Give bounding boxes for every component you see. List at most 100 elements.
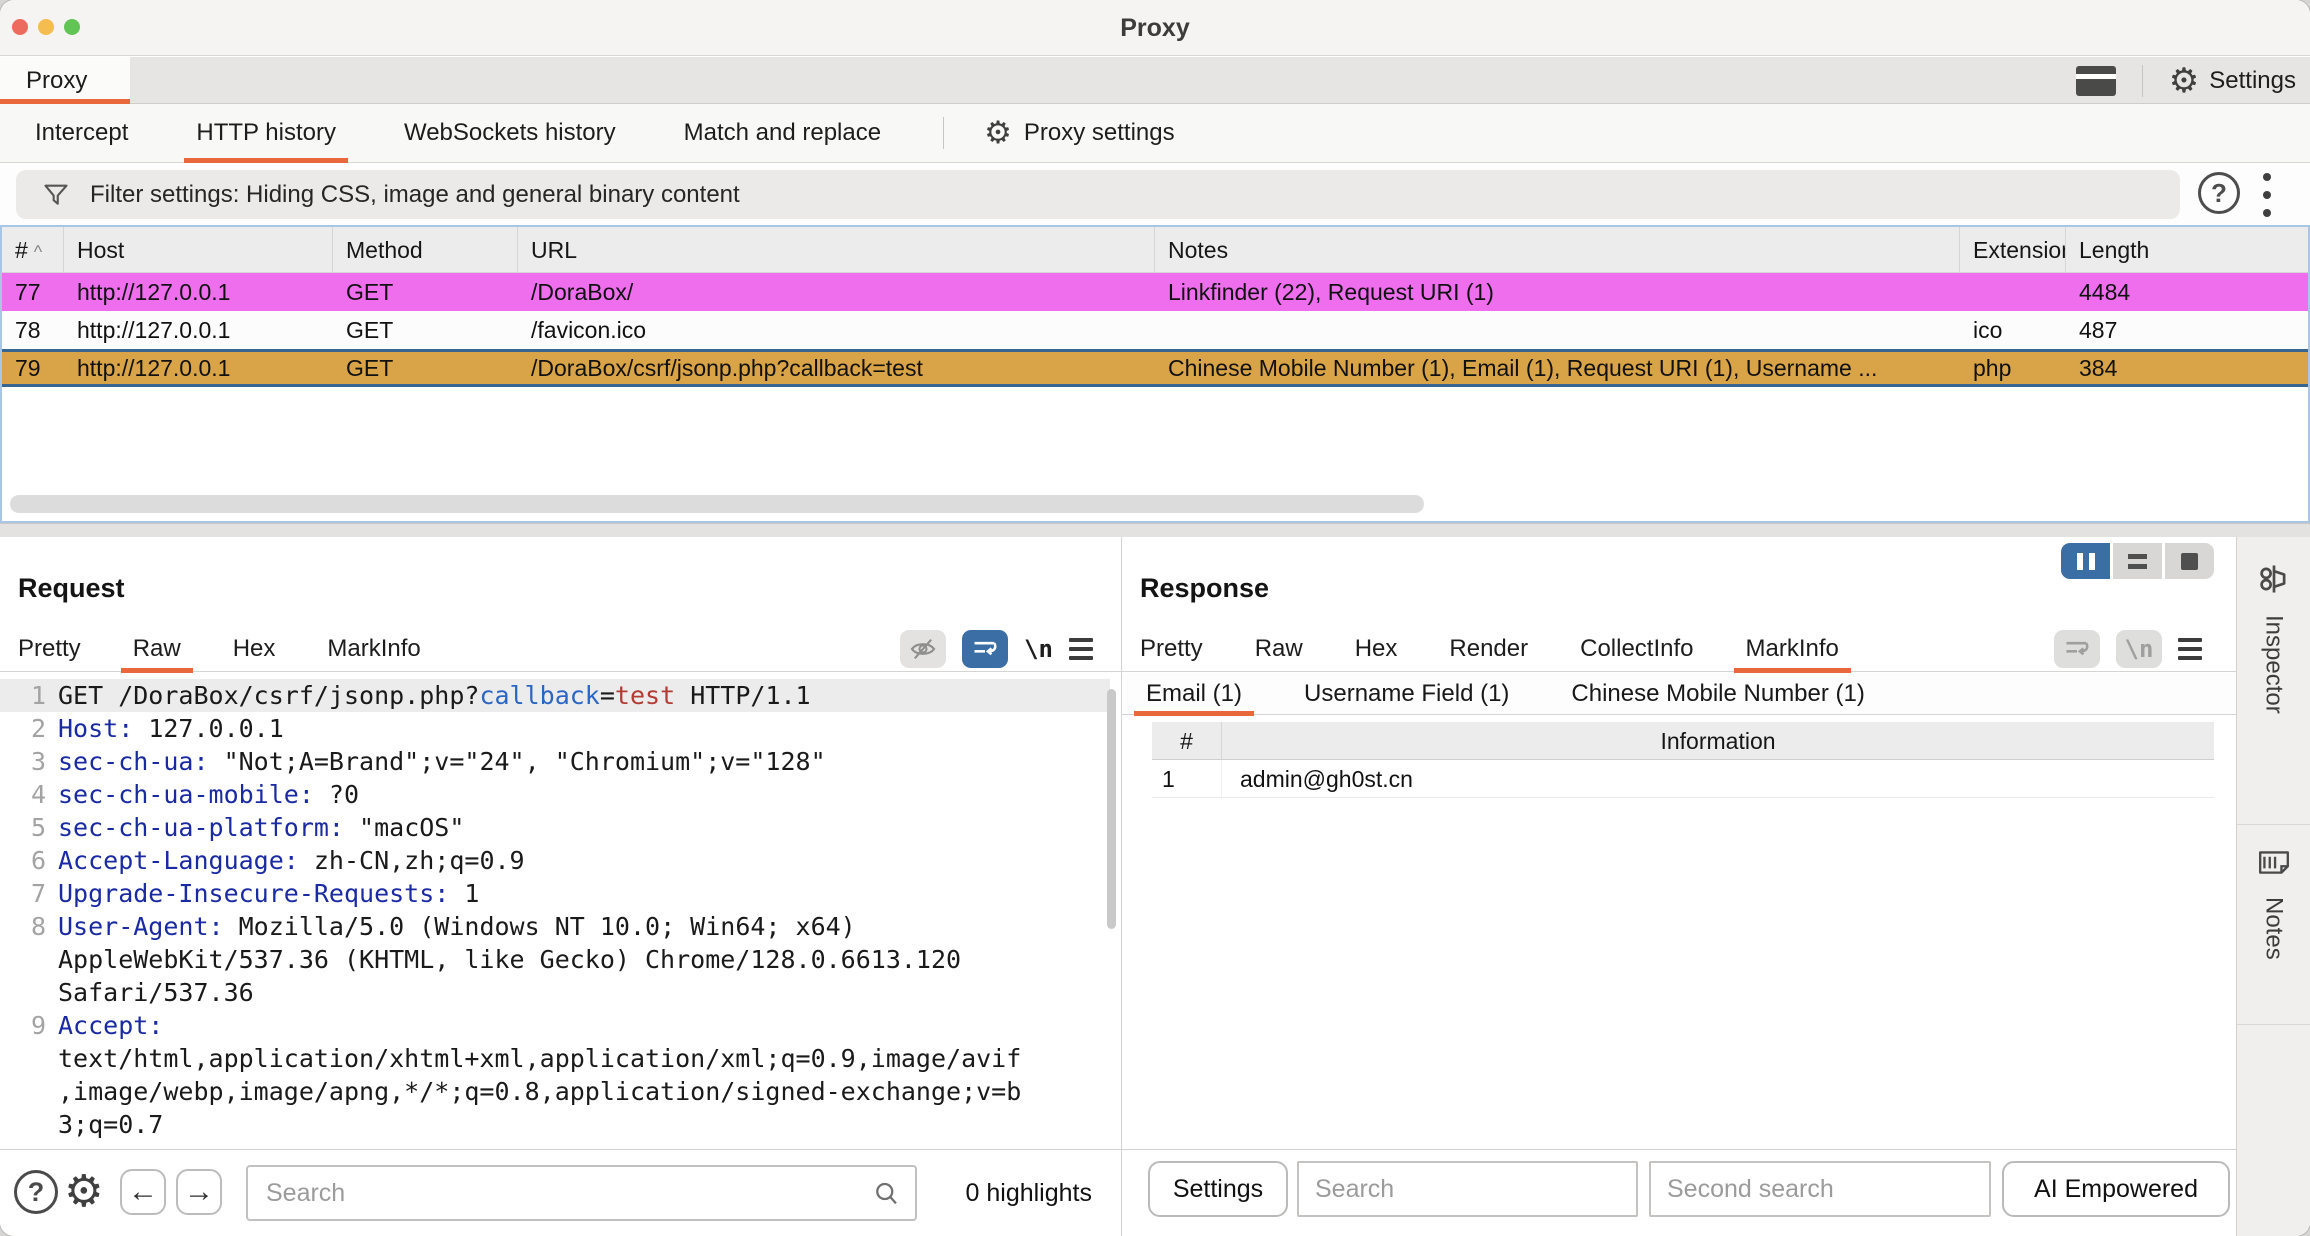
notes-tab[interactable]: Notes xyxy=(2237,825,2310,1025)
panel-splitter[interactable] xyxy=(0,523,2310,537)
next-match-button[interactable]: → xyxy=(176,1169,222,1215)
hide-toolbar-button[interactable] xyxy=(900,630,947,668)
cell: http://127.0.0.1 xyxy=(77,279,231,305)
response-tabs-row: Pretty Raw Hex Render CollectInfo MarkInfo \n xyxy=(1122,625,2236,673)
request-title: Request xyxy=(18,573,125,603)
cell: 78 xyxy=(15,317,41,343)
tab-hex[interactable]: Hex xyxy=(233,625,276,672)
request-search-input[interactable] xyxy=(248,1167,915,1219)
tab-markinfo[interactable]: MarkInfo xyxy=(327,625,420,672)
code-line: 2 Host: 127.0.0.1 xyxy=(30,714,284,743)
cell: 4484 xyxy=(2079,279,2131,305)
code-line: 4 sec-ch-ua-mobile: ?0 xyxy=(30,780,360,809)
tab-pretty[interactable]: Pretty xyxy=(18,625,81,672)
app-tab-bar: Proxy ⚙ Settings xyxy=(0,57,2310,104)
editor-menu-icon[interactable] xyxy=(2178,638,2202,660)
fullscreen-view-button[interactable] xyxy=(2165,543,2214,579)
proxy-settings-label: Proxy settings xyxy=(1023,119,1175,146)
subtab-http-history[interactable]: HTTP history xyxy=(184,104,348,163)
code-line: 9 Accept: xyxy=(30,1011,164,1040)
show-newlines-button[interactable]: \n xyxy=(1024,635,1053,663)
layout-window-icon[interactable] xyxy=(2075,65,2116,96)
search-settings-gear-icon[interactable]: ⚙ xyxy=(64,1170,103,1214)
help-icon[interactable]: ? xyxy=(2198,172,2240,214)
pause-view-button[interactable] xyxy=(2061,543,2110,579)
prev-match-button[interactable]: ← xyxy=(120,1169,166,1215)
tab-markinfo[interactable]: MarkInfo xyxy=(1733,625,1852,673)
word-wrap-button-disabled[interactable] xyxy=(2054,630,2100,668)
filter-settings-text: Filter settings: Hiding CSS, image and g… xyxy=(90,180,740,208)
markinfo-settings-button[interactable]: Settings xyxy=(1148,1161,1288,1217)
table-row[interactable]: 77 http://127.0.0.1 GET/DoraBox/Linkfinder… xyxy=(2,273,2308,311)
response-second-search-input[interactable] xyxy=(1649,1161,1991,1217)
code-line: 1 GET /DoraBox/csrf/jsonp.php?callback=te… xyxy=(0,679,1110,712)
response-title: Response xyxy=(1140,573,1270,603)
bottom-bar: ? ⚙ ← → 0 highlights Settings AI Empower… xyxy=(0,1149,2236,1236)
cell xyxy=(1960,273,2066,311)
horizontal-scrollbar[interactable] xyxy=(10,495,1424,513)
column-header-method[interactable]: Method xyxy=(333,227,518,272)
show-newlines-button-disabled[interactable]: \n xyxy=(2116,630,2162,668)
editor-menu-icon[interactable] xyxy=(1069,638,1093,660)
inspector-label: Inspector xyxy=(2260,615,2288,714)
search-icon xyxy=(871,1179,901,1209)
markinfo-row[interactable]: 1 admin@gh0st.cn xyxy=(1152,760,2214,798)
column-header-length[interactable]: Length xyxy=(2066,227,2308,272)
more-menu-icon[interactable] xyxy=(2262,173,2272,217)
markinfo-subtab-email1[interactable]: Email (1) xyxy=(1134,673,1255,716)
cell: http://127.0.0.1 xyxy=(77,317,231,343)
tab-hex[interactable]: Hex xyxy=(1355,625,1398,672)
settings-button[interactable]: ⚙ Settings xyxy=(2169,64,2296,98)
wrap-icon xyxy=(974,641,997,656)
inspector-tab[interactable]: Inspector xyxy=(2237,537,2310,825)
code-line: Safari/537.36 xyxy=(58,978,254,1007)
column-header-num[interactable]: # ^ xyxy=(2,227,64,272)
request-raw-editor[interactable]: 1 GET /DoraBox/csrf/jsonp.php?callback=te… xyxy=(0,673,1110,1149)
help-icon[interactable]: ? xyxy=(14,1170,58,1214)
markinfo-subtab-usernamefield1[interactable]: Username Field (1) xyxy=(1292,673,1521,715)
tab-proxy-settings[interactable]: ⚙ Proxy settings xyxy=(984,114,1175,151)
ai-empowered-button[interactable]: AI Empowered xyxy=(2002,1161,2230,1217)
tab-raw[interactable]: Raw xyxy=(1255,625,1303,672)
column-header-notes[interactable]: Notes xyxy=(1155,227,1960,272)
tab-proxy-label: Proxy xyxy=(26,66,88,94)
subtab-intercept[interactable]: Intercept xyxy=(29,104,134,163)
gear-icon: ⚙ xyxy=(984,114,1012,151)
filter-settings-bar[interactable]: Filter settings: Hiding CSS, image and g… xyxy=(16,170,2180,219)
rows-view-button[interactable] xyxy=(2113,543,2162,579)
funnel-icon xyxy=(44,184,68,205)
response-footer: Settings AI Empowered xyxy=(1122,1150,2236,1236)
divider xyxy=(943,117,945,149)
subtab-match-and-replace[interactable]: Match and replace xyxy=(678,104,887,163)
response-search-input[interactable] xyxy=(1297,1161,1638,1217)
inspector-icon xyxy=(2256,561,2292,597)
tab-proxy[interactable]: Proxy xyxy=(0,57,130,104)
cell: Linkfinder (22), Request URI (1) xyxy=(1168,279,1494,305)
table-header-row[interactable]: # ^ Host Method URL Notes Extension Length xyxy=(2,227,2308,273)
table-row[interactable]: 79 http://127.0.0.1 GET/DoraBox/csrf/jsonp… xyxy=(2,349,2308,387)
code-line: 6 Accept-Language: zh-CN,zh;q=0.9 xyxy=(30,846,525,875)
code-line: 3;q=0.7 xyxy=(58,1110,164,1139)
tab-raw[interactable]: Raw xyxy=(120,625,193,673)
tab-render[interactable]: Render xyxy=(1449,625,1528,672)
code-line: 7 Upgrade-Insecure-Requests: 1 xyxy=(30,879,480,908)
column-header-host[interactable]: Host xyxy=(64,227,333,272)
request-panel: Request Pretty Raw Hex MarkInfo \n 1 GET… xyxy=(0,537,1122,1149)
column-header-extension[interactable]: Extension xyxy=(1960,227,2066,272)
request-scrollbar[interactable] xyxy=(1107,689,1116,929)
tab-collectinfo[interactable]: CollectInfo xyxy=(1580,625,1693,672)
word-wrap-button[interactable] xyxy=(962,630,1009,668)
markinfo-subtabs: Email (1) Username Field (1) Chinese Mobil… xyxy=(1122,673,2236,716)
window-title: Proxy xyxy=(1120,14,1190,42)
subtab-websockets-history[interactable]: WebSockets history xyxy=(398,104,622,163)
cell: GET xyxy=(346,279,394,305)
markinfo-header-row: # Information xyxy=(1152,722,2214,760)
notes-icon xyxy=(2257,845,2291,879)
layout-segmented-control xyxy=(2061,543,2214,579)
settings-label: Settings xyxy=(2209,66,2296,94)
cell: /DoraBox/csrf/jsonp.php?callback=test xyxy=(531,355,923,381)
markinfo-subtab-chinesemobilenumber1[interactable]: Chinese Mobile Number (1) xyxy=(1559,673,1876,715)
table-row[interactable]: 78 http://127.0.0.1 GET/favicon.ico ico 487 xyxy=(2,311,2308,349)
column-header-url[interactable]: URL xyxy=(518,227,1155,272)
tab-pretty[interactable]: Pretty xyxy=(1140,625,1203,672)
